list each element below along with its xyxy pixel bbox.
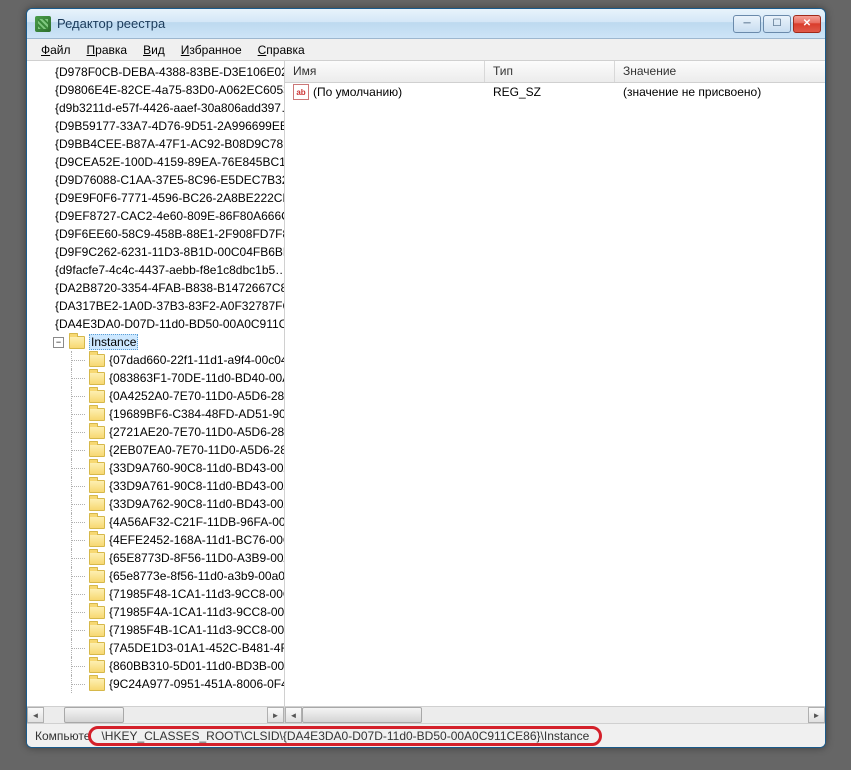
folder-icon — [89, 570, 105, 583]
value-type: REG_SZ — [485, 85, 615, 99]
folder-icon — [89, 372, 105, 385]
minimize-button[interactable]: ─ — [733, 15, 761, 33]
value-name: (По умолчанию) — [313, 85, 402, 99]
tree-key[interactable]: {33D9A761-90C8-11d0-BD43-00A0… — [27, 477, 284, 495]
tree-key[interactable]: {D9D76088-C1AA-37E5-8C96-E5DEC7B32… — [27, 171, 284, 189]
value-data: (значение не присвоено) — [615, 85, 825, 99]
tree-pane: {D978F0CB-DEBA-4388-83BE-D3E106E02…{D980… — [27, 61, 285, 723]
tree-key[interactable]: {D9F9C262-6231-11D3-8B1D-00C04FB6BF… — [27, 243, 284, 261]
collapse-icon[interactable]: − — [53, 337, 64, 348]
tree-key[interactable]: {65E8773D-8F56-11D0-A3B9-00A0… — [27, 549, 284, 567]
folder-icon — [89, 426, 105, 439]
status-path: \HKEY_CLASSES_ROOT\CLSID\{DA4E3DA0-D07D-… — [88, 726, 602, 746]
folder-icon — [89, 444, 105, 457]
tree-key[interactable]: {083863F1-70DE-11d0-BD40-00A0… — [27, 369, 284, 387]
tree-key[interactable]: {33D9A760-90C8-11d0-BD43-00A0… — [27, 459, 284, 477]
menu-favorites[interactable]: ИзбранноеИзбранное — [173, 41, 250, 59]
folder-icon — [89, 660, 105, 673]
tree-key[interactable]: {2721AE20-7E70-11D0-A5D6-28DE… — [27, 423, 284, 441]
folder-icon — [89, 516, 105, 529]
tree-key[interactable]: {d9b3211d-e57f-4426-aaef-30a806add397… — [27, 99, 284, 117]
menu-file[interactable]: ФФайлайл — [33, 41, 79, 59]
status-prefix: Компьюте — [35, 729, 90, 743]
window-controls: ─ ☐ ✕ — [733, 15, 821, 33]
column-value[interactable]: Значение — [615, 61, 825, 82]
tree-key[interactable]: {33D9A762-90C8-11d0-BD43-00A0… — [27, 495, 284, 513]
list-horizontal-scrollbar[interactable]: ◄ ► — [285, 706, 825, 723]
scroll-left-button[interactable]: ◄ — [285, 707, 302, 723]
list-pane: Имя Тип Значение ab (По умолчанию) REG_SZ(… — [285, 61, 825, 723]
content: {D978F0CB-DEBA-4388-83BE-D3E106E02…{D980… — [27, 61, 825, 723]
folder-icon — [89, 588, 105, 601]
tree-key[interactable]: {D9E9F0F6-7771-4596-BC26-2A8BE222CB… — [27, 189, 284, 207]
tree-key[interactable]: {71985F4B-1CA1-11d3-9CC8-00C0… — [27, 621, 284, 639]
tree-key[interactable]: {D9BB4CEE-B87A-47F1-AC92-B08D9C781… — [27, 135, 284, 153]
folder-icon — [89, 534, 105, 547]
folder-icon — [89, 498, 105, 511]
tree-key[interactable]: {D9EF8727-CAC2-4e60-809E-86F80A666C… — [27, 207, 284, 225]
tree-key[interactable]: {2EB07EA0-7E70-11D0-A5D6-28DE… — [27, 441, 284, 459]
scroll-thumb[interactable] — [64, 707, 124, 723]
tree-key[interactable]: {860BB310-5D01-11d0-BD3B-00A0… — [27, 657, 284, 675]
menu-view[interactable]: ВидВид — [135, 41, 173, 59]
folder-icon — [89, 624, 105, 637]
tree-key[interactable]: {0A4252A0-7E70-11D0-A5D6-28D… — [27, 387, 284, 405]
app-icon — [35, 16, 51, 32]
folder-icon — [89, 642, 105, 655]
tree-key[interactable]: {71985F4A-1CA1-11d3-9CC8-00C0… — [27, 603, 284, 621]
window-title: Редактор реестра — [57, 16, 165, 31]
tree-key[interactable]: {DA4E3DA0-D07D-11d0-BD50-00A0C911C… — [27, 315, 284, 333]
folder-icon — [89, 606, 105, 619]
tree-key[interactable]: {4EFE2452-168A-11d1-BC76-00C0… — [27, 531, 284, 549]
tree-key[interactable]: {d9facfe7-4c4c-4437-aebb-f8e1c8dbc1b5… — [27, 261, 284, 279]
tree-key[interactable]: {65e8773e-8f56-11d0-a3b9-00a0c9… — [27, 567, 284, 585]
tree-key[interactable]: {D9806E4E-82CE-4a75-83D0-A062EC6053… — [27, 81, 284, 99]
folder-icon — [89, 408, 105, 421]
tree-key[interactable]: {DA317BE2-1A0D-37B3-83F2-A0F32787FC… — [27, 297, 284, 315]
folder-icon — [89, 552, 105, 565]
tree-key[interactable]: {71985F48-1CA1-11d3-9CC8-00C0… — [27, 585, 284, 603]
tree-key[interactable]: {4A56AF32-C21F-11DB-96FA-0050… — [27, 513, 284, 531]
folder-icon — [69, 336, 85, 349]
scroll-left-button[interactable]: ◄ — [27, 707, 44, 723]
string-value-icon: ab — [293, 84, 309, 100]
scroll-thumb[interactable] — [302, 707, 422, 723]
maximize-button[interactable]: ☐ — [763, 15, 791, 33]
list-body[interactable]: ab (По умолчанию) REG_SZ(значение не присв… — [285, 83, 825, 706]
list-header: Имя Тип Значение — [285, 61, 825, 83]
column-type[interactable]: Тип — [485, 61, 615, 82]
titlebar[interactable]: Редактор реестра ─ ☐ ✕ — [27, 9, 825, 39]
tree-key[interactable]: {D9CEA52E-100D-4159-89EA-76E845BC13… — [27, 153, 284, 171]
tree-key[interactable]: {19689BF6-C384-48FD-AD51-90E5… — [27, 405, 284, 423]
tree-key[interactable]: {7A5DE1D3-01A1-452C-B481-4FA… — [27, 639, 284, 657]
tree-horizontal-scrollbar[interactable]: ◄ ► — [27, 706, 284, 723]
folder-icon — [89, 480, 105, 493]
tree-view[interactable]: {D978F0CB-DEBA-4388-83BE-D3E106E02…{D980… — [27, 61, 284, 706]
statusbar: Компьюте \HKEY_CLASSES_ROOT\CLSID\{DA4E3… — [27, 723, 825, 747]
folder-icon — [89, 678, 105, 691]
tree-key[interactable]: {D9F6EE60-58C9-458B-88E1-2F908FD7F87… — [27, 225, 284, 243]
tree-key[interactable]: {9C24A977-0951-451A-8006-0F49B… — [27, 675, 284, 693]
tree-key-instance[interactable]: −Instance — [27, 333, 284, 351]
regedit-window: Редактор реестра ─ ☐ ✕ ФФайлайл ПравкаПр… — [26, 8, 826, 748]
scroll-track[interactable] — [302, 707, 808, 723]
close-button[interactable]: ✕ — [793, 15, 821, 33]
menubar: ФФайлайл ПравкаПравка ВидВид ИзбранноеИз… — [27, 39, 825, 61]
scroll-right-button[interactable]: ► — [267, 707, 284, 723]
scroll-track[interactable] — [44, 707, 267, 723]
column-name[interactable]: Имя — [285, 61, 485, 82]
tree-key[interactable]: {DA2B8720-3354-4FAB-B838-B1472667C8… — [27, 279, 284, 297]
menu-help[interactable]: СправкаСправка — [250, 41, 313, 59]
tree-key[interactable]: {D9B59177-33A7-4D76-9D51-2A996699EE… — [27, 117, 284, 135]
list-row[interactable]: ab (По умолчанию) REG_SZ(значение не присв… — [285, 83, 825, 101]
folder-icon — [89, 390, 105, 403]
menu-edit[interactable]: ПравкаПравка — [79, 41, 136, 59]
folder-icon — [89, 354, 105, 367]
tree-key[interactable]: {07dad660-22f1-11d1-a9f4-00c04f… — [27, 351, 284, 369]
scroll-right-button[interactable]: ► — [808, 707, 825, 723]
folder-icon — [89, 462, 105, 475]
tree-key[interactable]: {D978F0CB-DEBA-4388-83BE-D3E106E02… — [27, 63, 284, 81]
